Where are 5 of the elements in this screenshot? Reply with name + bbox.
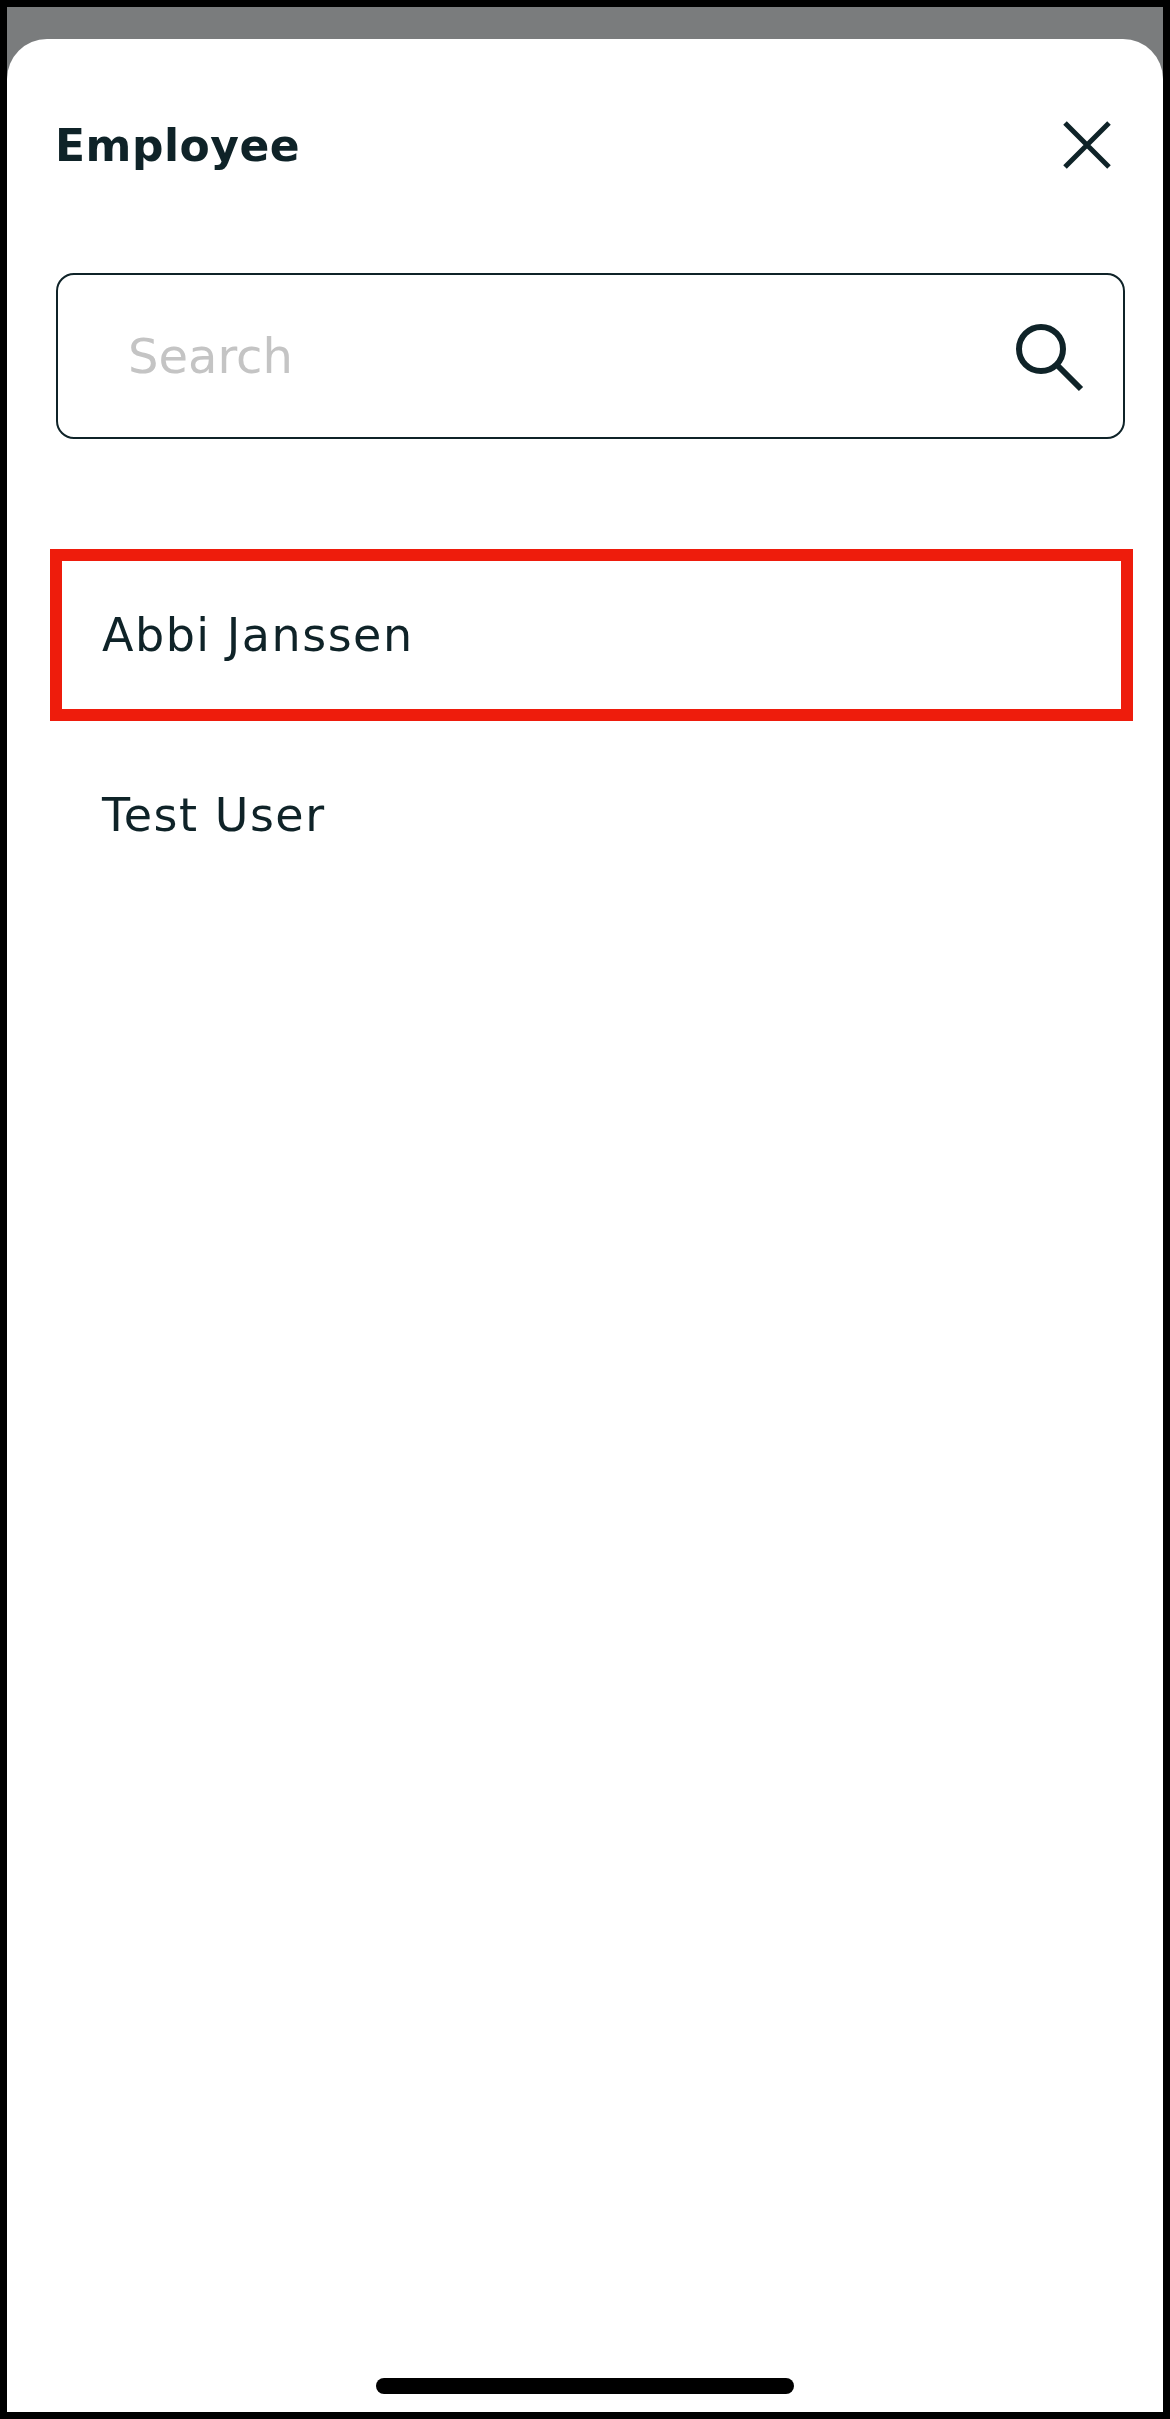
- employee-item[interactable]: Test User: [50, 729, 1133, 901]
- sheet-title: Employee: [55, 119, 301, 171]
- close-button[interactable]: [1061, 119, 1113, 171]
- search-field[interactable]: Search: [56, 273, 1125, 439]
- employee-item[interactable]: Abbi Janssen: [50, 549, 1133, 721]
